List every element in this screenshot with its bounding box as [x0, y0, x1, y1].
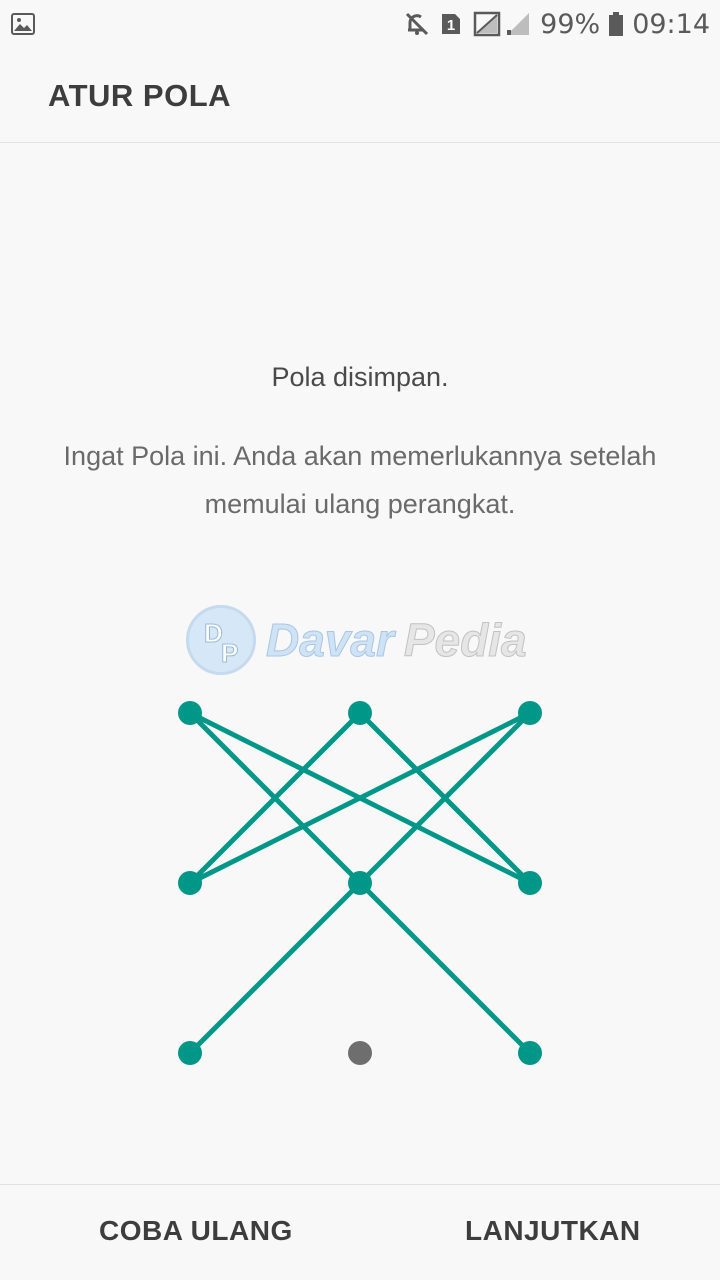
retry-button[interactable]: COBA ULANG [99, 1215, 293, 1247]
pattern-line [360, 883, 530, 1053]
pattern-dot-8[interactable] [348, 1041, 372, 1065]
pattern-dot-7[interactable] [178, 1041, 202, 1065]
pattern-dot-9[interactable] [518, 1041, 542, 1065]
pattern-dot-4[interactable] [178, 871, 202, 895]
continue-button[interactable]: LANJUTKAN [465, 1215, 641, 1247]
pattern-dot-5[interactable] [348, 871, 372, 895]
bottom-action-bar: COBA ULANG LANJUTKAN [0, 1184, 720, 1280]
pattern-dot-2[interactable] [348, 701, 372, 725]
pattern-line [190, 883, 360, 1053]
pattern-dot-1[interactable] [178, 701, 202, 725]
pattern-lock-grid[interactable] [0, 0, 720, 1280]
pattern-dot-3[interactable] [518, 701, 542, 725]
pattern-dot-6[interactable] [518, 871, 542, 895]
